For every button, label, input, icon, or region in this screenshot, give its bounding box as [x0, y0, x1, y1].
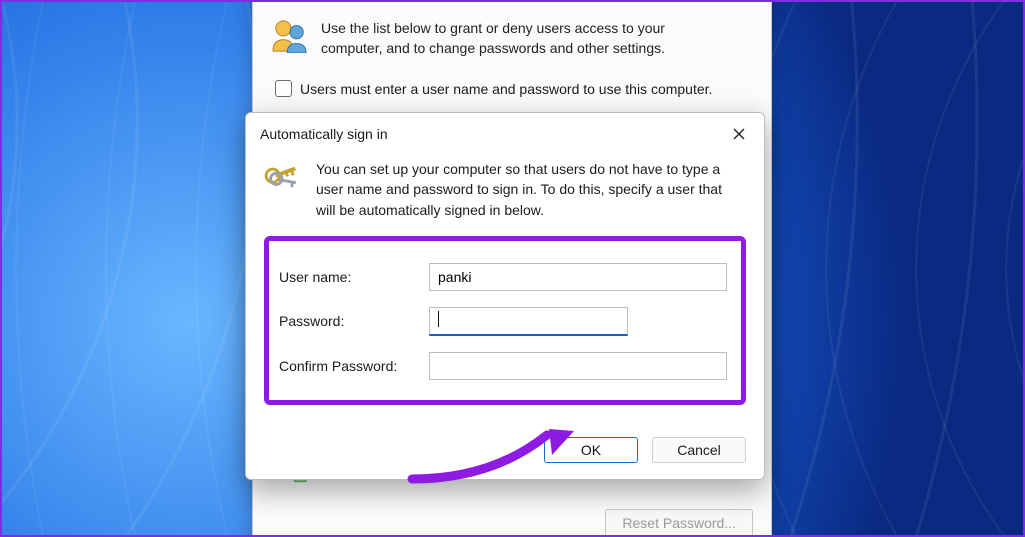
ok-button[interactable]: OK	[544, 437, 638, 463]
confirm-password-label: Confirm Password:	[279, 358, 429, 374]
cancel-button[interactable]: Cancel	[652, 437, 746, 463]
close-icon	[733, 128, 745, 140]
checkbox-icon	[275, 80, 292, 97]
username-input[interactable]	[429, 263, 727, 291]
annotation-highlight: User name: Password: Confirm Password:	[264, 236, 746, 405]
dialog-intro-text: You can set up your computer so that use…	[316, 159, 736, 220]
reset-password-button[interactable]: Reset Password...	[605, 509, 753, 537]
confirm-password-input[interactable]	[429, 352, 727, 380]
user-accounts-intro-text: Use the list below to grant or deny user…	[321, 19, 701, 58]
close-button[interactable]	[722, 121, 756, 147]
password-label: Password:	[279, 313, 429, 329]
keys-icon	[264, 161, 302, 197]
password-input[interactable]	[429, 307, 628, 336]
dialog-title: Automatically sign in	[260, 126, 388, 142]
auto-signin-dialog: Automatically sign in	[245, 112, 765, 480]
username-label: User name:	[279, 269, 429, 285]
users-icon	[271, 19, 309, 53]
require-signin-checkbox[interactable]: Users must enter a user name and passwor…	[275, 80, 753, 97]
text-caret	[438, 311, 439, 327]
screenshot-frame: Use the list below to grant or deny user…	[0, 0, 1025, 537]
require-signin-label: Users must enter a user name and passwor…	[300, 81, 712, 97]
